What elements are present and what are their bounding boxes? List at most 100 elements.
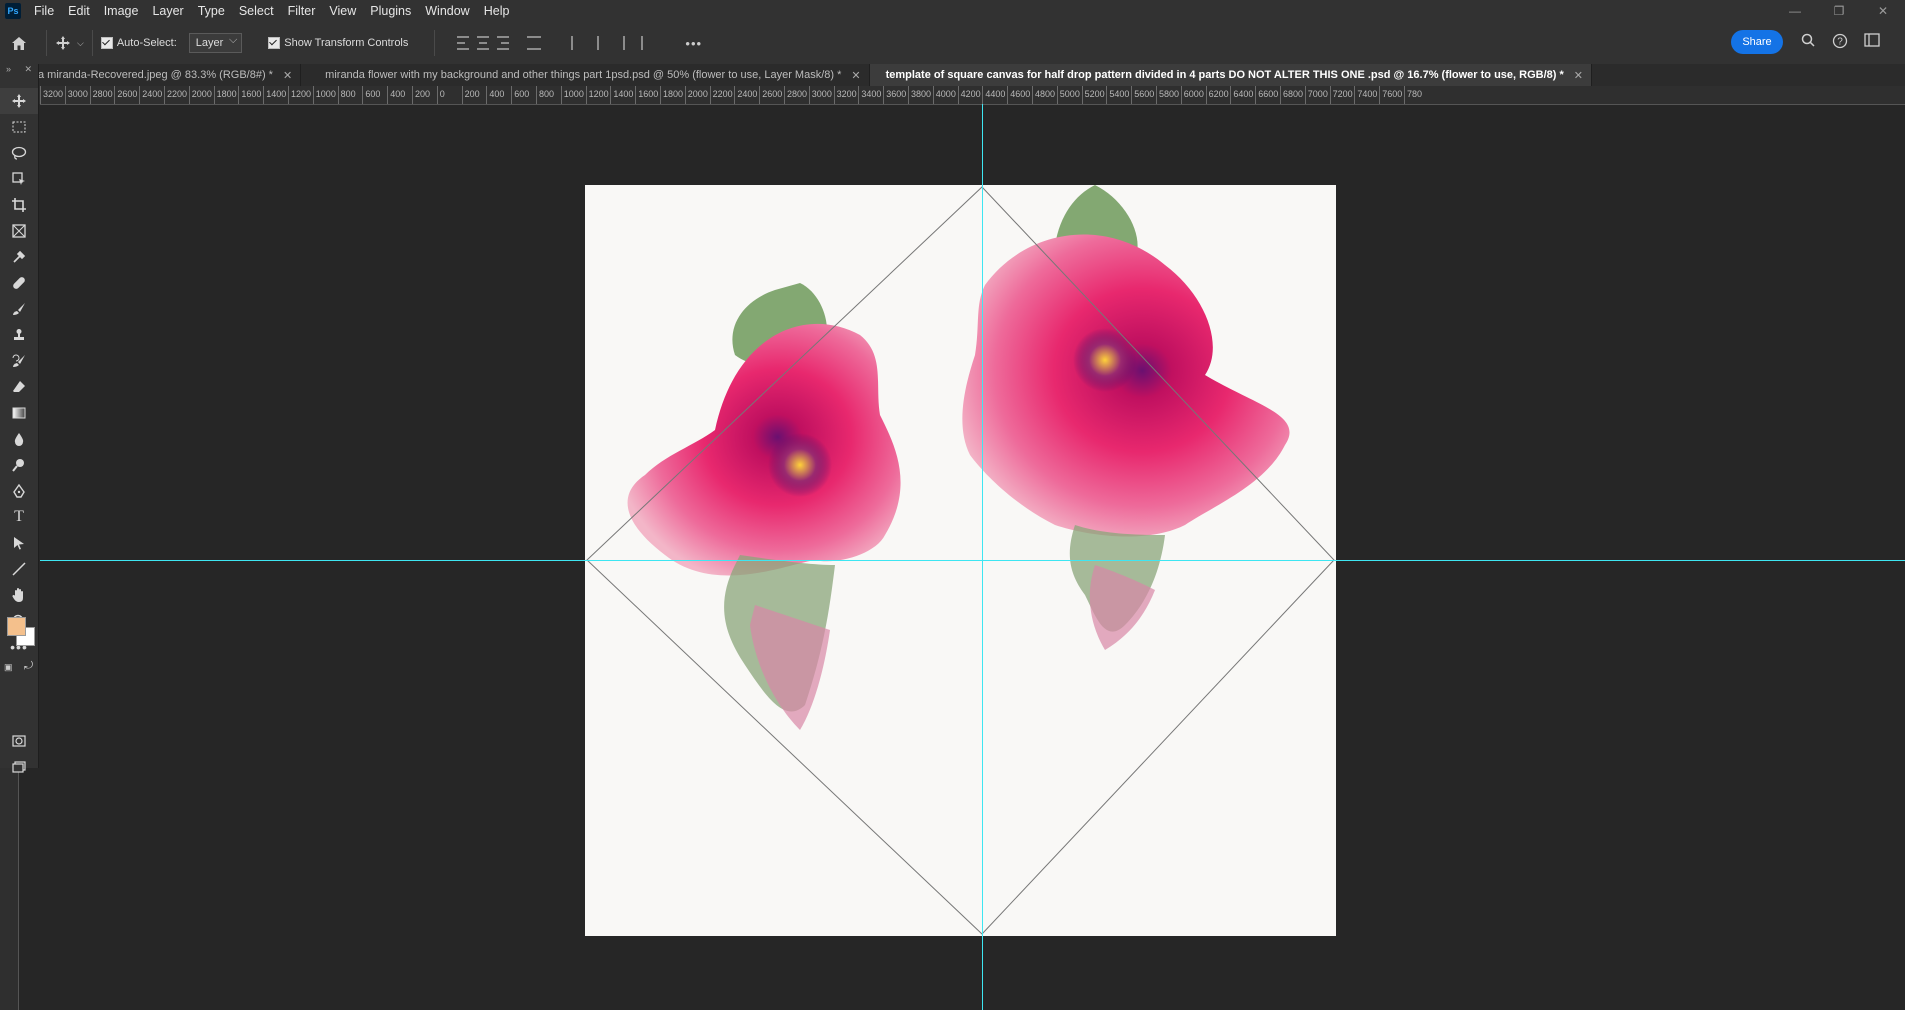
eyedropper-icon	[13, 250, 26, 263]
ruler-tick-label: 4200	[957, 86, 981, 104]
ruler-tick-label: 2200	[164, 86, 187, 104]
menu-plugins[interactable]: Plugins	[363, 0, 418, 22]
close-icon[interactable]: ✕	[283, 69, 292, 82]
workspace-icon[interactable]	[1863, 33, 1881, 51]
left-flower-image	[627, 283, 901, 730]
svg-text:?: ?	[1837, 37, 1843, 48]
align-middle-icon[interactable]	[591, 36, 605, 50]
help-icon[interactable]: ?	[1831, 33, 1849, 51]
tab-label: template of square canvas for half drop …	[885, 69, 1564, 81]
stamp-tool[interactable]	[0, 322, 38, 348]
distribute-vertical-icon[interactable]	[527, 36, 542, 50]
distribute-horizontal-icon[interactable]	[641, 36, 655, 50]
vertical-guide[interactable]	[982, 104, 983, 1010]
pen-tool[interactable]	[0, 478, 38, 504]
restore-button[interactable]: ❐	[1817, 0, 1861, 22]
close-window-button[interactable]: ✕	[1861, 0, 1905, 22]
frame-tool[interactable]	[0, 218, 38, 244]
auto-select-label: Auto-Select:	[116, 37, 177, 49]
ruler-tick-label: 2800	[89, 86, 113, 104]
object-select-icon	[12, 172, 25, 185]
line-icon	[12, 562, 26, 576]
search-icon[interactable]	[1799, 33, 1817, 51]
move-tool[interactable]	[0, 88, 38, 114]
marquee-tool[interactable]	[0, 114, 38, 140]
object-select-tool[interactable]	[0, 166, 38, 192]
ruler-tick-label: 1400	[610, 86, 633, 104]
menu-filter[interactable]: Filter	[281, 0, 323, 22]
dodge-icon	[12, 459, 24, 472]
more-options-button[interactable]: •••	[685, 36, 702, 51]
menu-edit[interactable]: Edit	[61, 0, 97, 22]
foreground-color-swatch[interactable]	[7, 617, 26, 636]
menu-image[interactable]: Image	[97, 0, 146, 22]
lasso-tool[interactable]	[0, 140, 38, 166]
ruler-tick-label: 5800	[1156, 86, 1179, 104]
ruler-tick-label: 1600	[238, 86, 261, 104]
horizontal-ruler[interactable]: 3200 3000 2800 2600 2400 2200 2000 1800 1600 1400…	[40, 86, 1905, 105]
blur-tool[interactable]	[0, 426, 38, 452]
close-icon[interactable]: ✕	[1574, 69, 1583, 82]
expand-icon[interactable]: »	[6, 64, 11, 76]
share-button[interactable]: Share	[1731, 30, 1783, 54]
minimize-button[interactable]: —	[1773, 0, 1817, 22]
menu-select[interactable]: Select	[232, 0, 281, 22]
menu-layer[interactable]: Layer	[145, 0, 190, 22]
align-center-icon[interactable]	[477, 36, 491, 50]
close-panel-icon[interactable]: ✕	[24, 64, 32, 76]
brush-tool[interactable]	[0, 296, 38, 322]
tab-template-square-canvas[interactable]: template of square canvas for half drop …	[869, 64, 1592, 86]
menu-help[interactable]: Help	[477, 0, 517, 22]
align-top-icon[interactable]	[571, 36, 585, 50]
ruler-tick-label: 5400	[1106, 86, 1129, 104]
show-transform-checkbox[interactable]	[268, 37, 281, 49]
gradient-tool[interactable]	[0, 400, 38, 426]
eyedropper-tool[interactable]	[0, 244, 38, 270]
move-tool-preset[interactable]: ⌵	[55, 35, 84, 51]
menu-view[interactable]: View	[322, 0, 363, 22]
ruler-tick-label: 2400	[139, 86, 162, 104]
hand-icon	[12, 588, 23, 602]
ruler-tick-label: 800	[337, 86, 356, 104]
ruler-tick-label: 6200	[1205, 86, 1229, 104]
auto-select-dropdown[interactable]: Layer	[188, 33, 243, 53]
droplet-icon	[14, 433, 24, 446]
auto-select-checkbox[interactable]	[100, 37, 113, 49]
ruler-tick-label: 2200	[709, 86, 733, 104]
quick-mask-button[interactable]	[0, 728, 38, 754]
healing-brush-tool[interactable]	[0, 270, 38, 296]
align-left-icon[interactable]	[457, 36, 471, 50]
ruler-tick-label: 2000	[188, 86, 212, 104]
ruler-tick-label: 2800	[784, 86, 807, 104]
menu-window[interactable]: Window	[418, 0, 476, 22]
crop-tool[interactable]	[0, 192, 38, 218]
menu-file[interactable]: File	[27, 0, 61, 22]
ruler-tick-label: 400	[486, 86, 504, 104]
horizontal-guide[interactable]	[40, 560, 1905, 561]
screen-mode-button[interactable]	[0, 754, 38, 780]
tab-miranda-recovered[interactable]: a miranda-Recovered.jpeg @ 83.3% (RGB/8#…	[0, 64, 302, 86]
swap-colors-icon[interactable]: ⤾	[24, 660, 33, 673]
divider	[91, 30, 93, 56]
home-button[interactable]	[0, 36, 38, 51]
line-tool[interactable]	[0, 556, 38, 582]
eraser-tool[interactable]	[0, 374, 38, 400]
ruler-tick-label: 2000	[684, 86, 708, 104]
ruler-tick-label: 200	[412, 86, 430, 104]
ruler-tick-label: 600	[511, 86, 529, 104]
path-selection-tool[interactable]	[0, 530, 38, 556]
hand-tool[interactable]	[0, 582, 38, 608]
align-bottom-icon[interactable]	[611, 36, 626, 50]
lasso-icon	[11, 146, 27, 160]
ruler-tick-label: 5000	[1056, 86, 1080, 104]
type-tool[interactable]: T	[0, 504, 38, 530]
menu-type[interactable]: Type	[191, 0, 232, 22]
default-colors-icon[interactable]: ▣	[4, 662, 13, 673]
dodge-tool[interactable]	[0, 452, 38, 478]
align-right-icon[interactable]	[497, 36, 511, 50]
history-brush-tool[interactable]	[0, 348, 38, 374]
ruler-tick-label: 800	[536, 86, 554, 104]
tab-miranda-flower[interactable]: miranda flower with my background and ot…	[301, 64, 870, 86]
ruler-tick-label: 600	[362, 86, 380, 104]
close-icon[interactable]: ✕	[851, 69, 860, 82]
